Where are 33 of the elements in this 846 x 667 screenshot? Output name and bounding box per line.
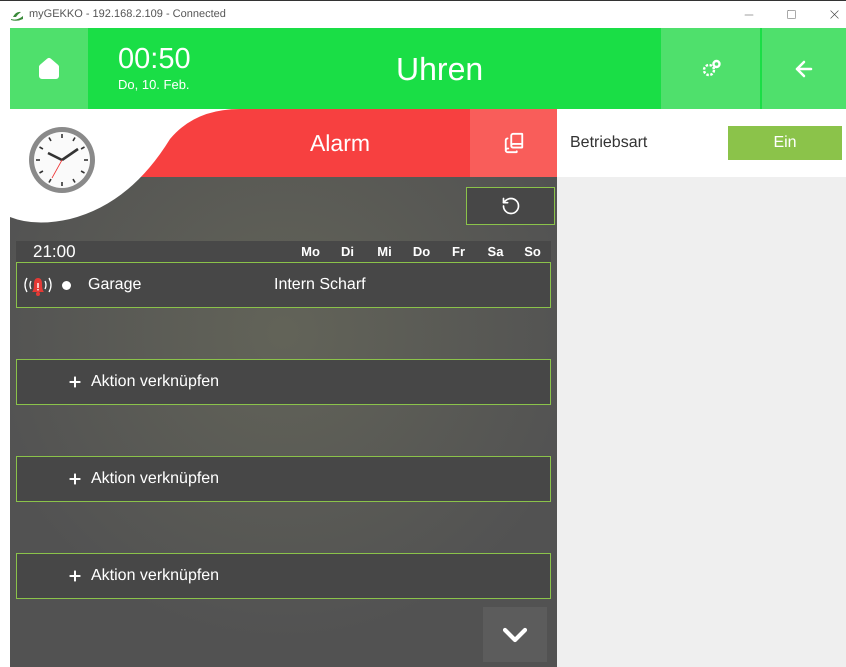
weekday-label: Mi — [376, 242, 393, 261]
home-button[interactable] — [10, 28, 88, 109]
weekday-label: So — [523, 242, 542, 261]
list-button[interactable] — [470, 109, 557, 177]
refresh-button[interactable] — [466, 187, 555, 225]
weekday-label: Do — [412, 242, 432, 261]
plus-icon — [67, 471, 83, 487]
setting-label: Betriebsart — [570, 133, 648, 153]
alarm-entry[interactable]: Garage Intern Scharf — [16, 262, 551, 308]
entry-action: Intern Scharf — [274, 275, 366, 295]
refresh-icon — [500, 196, 520, 216]
clock-icon — [28, 126, 96, 194]
plus-icon — [67, 374, 83, 390]
weekday-label: Sa — [486, 242, 504, 261]
schedule-time: 21:00 — [33, 240, 76, 263]
list-icon — [502, 132, 524, 154]
current-time: 00:50 — [118, 42, 192, 75]
current-date: Do, 10. Feb. — [118, 76, 191, 94]
panel-title: Alarm — [310, 128, 370, 158]
weekday-label: Fr — [451, 242, 466, 261]
weekday-label: Mo — [300, 242, 321, 261]
link-action-button[interactable]: Aktion verknüpfen — [16, 553, 551, 599]
dot-icon — [62, 280, 71, 290]
page-title: Uhren — [396, 50, 484, 88]
link-action-button[interactable]: Aktion verknüpfen — [16, 359, 551, 405]
weekday-label: Di — [340, 242, 355, 261]
plus-icon — [67, 568, 83, 584]
link-action-button[interactable]: Aktion verknüpfen — [16, 456, 551, 502]
scroll-down-button[interactable] — [483, 607, 547, 662]
window-title: myGEKKO - 192.168.2.109 - Connected — [29, 7, 226, 22]
home-icon — [37, 56, 61, 80]
maximize-icon[interactable] — [786, 9, 797, 20]
entry-name: Garage — [88, 275, 142, 295]
